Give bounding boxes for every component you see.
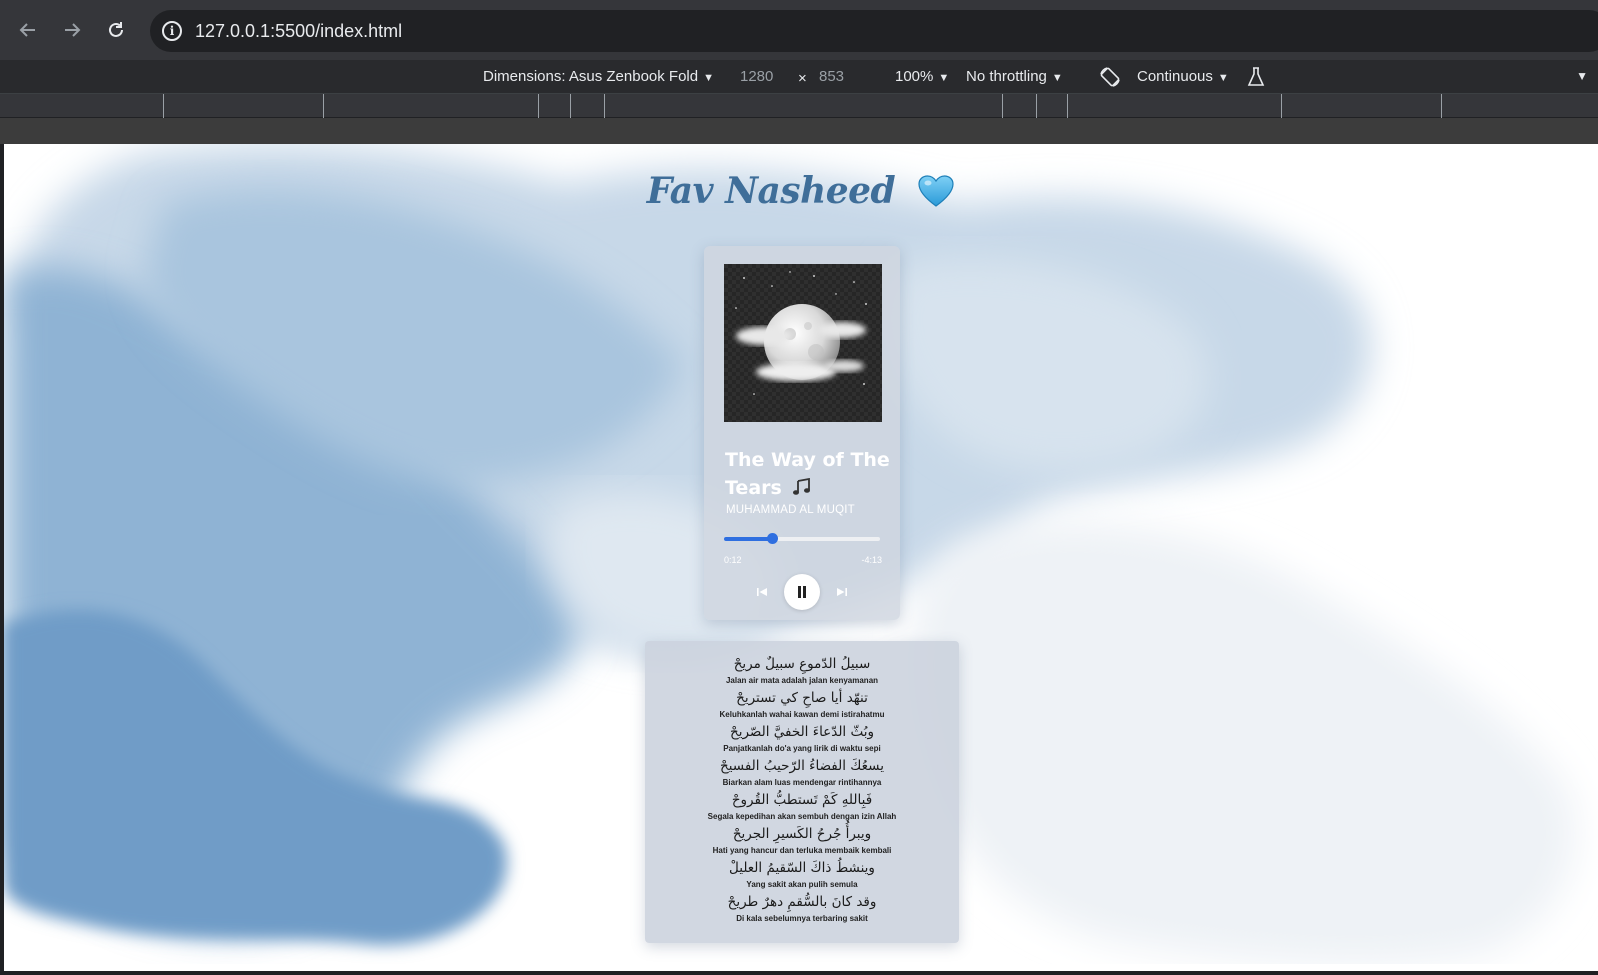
artist-name: MUHAMMAD AL MUQIT — [726, 504, 855, 516]
remaining-time: -4:13 — [861, 555, 882, 565]
current-time: 0:12 — [724, 555, 742, 565]
reload-icon[interactable] — [94, 8, 138, 52]
browser-toolbar: i 127.0.0.1:5500/index.html — [0, 0, 1598, 60]
lyric-translation: Biarkan alam luas mendengar rintihannya — [722, 778, 882, 787]
pause-icon[interactable] — [784, 574, 820, 610]
progress-fill — [724, 537, 773, 541]
chevron-down-icon: ▼ — [938, 72, 950, 84]
ruler-tick — [163, 94, 164, 118]
lyric-arabic: وينشطُ ذاكَ السّقيمُ العليلْ — [729, 860, 875, 876]
lyric-line: سبيلُ الدّموعِ سبيلٌ مريحْ Jalan air mata… — [645, 654, 959, 688]
lyric-arabic: سبيلُ الدّموعِ سبيلٌ مريحْ — [733, 656, 871, 672]
back-arrow-icon[interactable] — [6, 8, 50, 52]
progress-thumb[interactable] — [767, 533, 779, 544]
ruler-tick — [1002, 94, 1003, 118]
ruler-tick — [604, 94, 605, 118]
throttling-label: No throttling — [966, 68, 1047, 85]
rotate-icon[interactable] — [1098, 65, 1122, 89]
more-options-icon[interactable]: ▼ — [1576, 69, 1588, 83]
lyric-arabic: وقد كانَ بالسُّقمِ دهرٌ طريحْ — [727, 894, 877, 910]
lyric-translation: Yang sakit akan pulih semula — [746, 880, 858, 889]
dimensions-dropdown[interactable]: Dimensions: Asus Zenbook Fold ▼ — [483, 68, 714, 85]
song-title: The Way of The Tears — [725, 446, 890, 502]
flask-icon[interactable] — [1244, 65, 1268, 89]
page-title: Fav Nasheed — [4, 170, 1598, 212]
music-player-card: The Way of The Tears MUHAMMAD AL MUQIT 0… — [704, 246, 900, 620]
music-notes-icon — [793, 478, 811, 495]
lyric-translation: Di kala sebelumnya terbaring sakit — [736, 914, 868, 923]
lyric-translation: Keluhkanlah wahai kawan demi istirahatmu — [719, 710, 885, 719]
page-viewport[interactable]: Fav Nasheed The Way of The Tears MUHAMMA… — [4, 144, 1598, 971]
moon-cover-art — [724, 264, 882, 422]
next-track-icon[interactable] — [834, 584, 850, 600]
mode-dropdown[interactable]: Continuous ▼ — [1137, 68, 1229, 85]
lyric-arabic: وبُثّ الدّعاءَ الخفيَّ الصّريحْ — [729, 724, 875, 740]
lyric-arabic: فَبِاللهِ كَمْ تَستطبُّ القُروحْ — [731, 792, 873, 808]
ruler-tick — [538, 94, 539, 118]
ruler-tick — [1281, 94, 1282, 118]
forward-arrow-icon[interactable] — [50, 8, 94, 52]
device-frame-gap — [0, 118, 1598, 144]
ruler-tick — [570, 94, 571, 118]
width-input[interactable]: 1280 — [740, 68, 773, 85]
device-toolbar: Dimensions: Asus Zenbook Fold ▼ 1280 × 85… — [0, 60, 1598, 94]
zoom-label: 100% — [895, 68, 934, 85]
times-sign: × — [798, 70, 807, 87]
lyric-line: وبُثّ الدّعاءَ الخفيَّ الصّريحْ Panjatkan… — [645, 722, 959, 756]
height-input[interactable]: 853 — [819, 68, 844, 85]
address-bar[interactable]: i 127.0.0.1:5500/index.html — [150, 10, 1598, 52]
lyric-translation: Jalan air mata adalah jalan kenyamanan — [725, 676, 879, 685]
throttling-dropdown[interactable]: No throttling ▼ — [966, 68, 1063, 85]
media-query-ruler[interactable] — [0, 94, 1598, 118]
lyric-translation: Panjatkanlah do'a yang lirik di waktu se… — [723, 744, 881, 753]
prev-track-icon[interactable] — [754, 584, 770, 600]
mode-label: Continuous — [1137, 68, 1213, 85]
lyric-line: تنهّد أيا صاحِ كي تستريحْ Keluhkanlah wah… — [645, 688, 959, 722]
lyric-translation: Hati yang hancur dan terluka membaik kem… — [712, 846, 892, 855]
dimensions-label: Dimensions: Asus Zenbook Fold — [483, 68, 699, 85]
chevron-down-icon: ▼ — [703, 72, 714, 84]
lyrics-card: سبيلُ الدّموعِ سبيلٌ مريحْ Jalan air mata… — [645, 641, 959, 943]
lyric-line: ويبرأُ جُرحُ الكَسيرِ الجريحْ Hati yang h… — [645, 824, 959, 858]
ruler-tick — [1067, 94, 1068, 118]
progress-bar[interactable] — [724, 533, 880, 544]
ruler-tick — [1036, 94, 1037, 118]
url-text[interactable]: 127.0.0.1:5500/index.html — [195, 21, 402, 42]
ruler-tick — [323, 94, 324, 118]
page-title-text: Fav Nasheed — [646, 170, 896, 212]
blue-heart-icon — [918, 175, 954, 207]
chevron-down-icon: ▼ — [1217, 72, 1229, 84]
lyric-arabic: يسعُكَ الفضاءُ الرّحيبُ الفسيحْ — [720, 758, 884, 774]
lyric-line: وقد كانَ بالسُّقمِ دهرٌ طريحْ Di kala seb… — [645, 892, 959, 926]
ruler-tick — [1441, 94, 1442, 118]
zoom-dropdown[interactable]: 100% ▼ — [895, 68, 949, 85]
chevron-down-icon: ▼ — [1051, 72, 1063, 84]
lyric-line: فَبِاللهِ كَمْ تَستطبُّ القُروحْ Segala k… — [645, 790, 959, 824]
lyric-arabic: تنهّد أيا صاحِ كي تستريحْ — [736, 690, 868, 706]
info-icon[interactable]: i — [162, 21, 182, 41]
lyric-line: وينشطُ ذاكَ السّقيمُ العليلْ Yang sakit a… — [645, 858, 959, 892]
lyric-line: يسعُكَ الفضاءُ الرّحيبُ الفسيحْ Biarkan a… — [645, 756, 959, 790]
lyric-translation: Segala kepedihan akan sembuh dengan izin… — [707, 812, 897, 821]
lyric-arabic: ويبرأُ جُرحُ الكَسيرِ الجريحْ — [732, 826, 872, 842]
album-cover — [724, 264, 882, 422]
